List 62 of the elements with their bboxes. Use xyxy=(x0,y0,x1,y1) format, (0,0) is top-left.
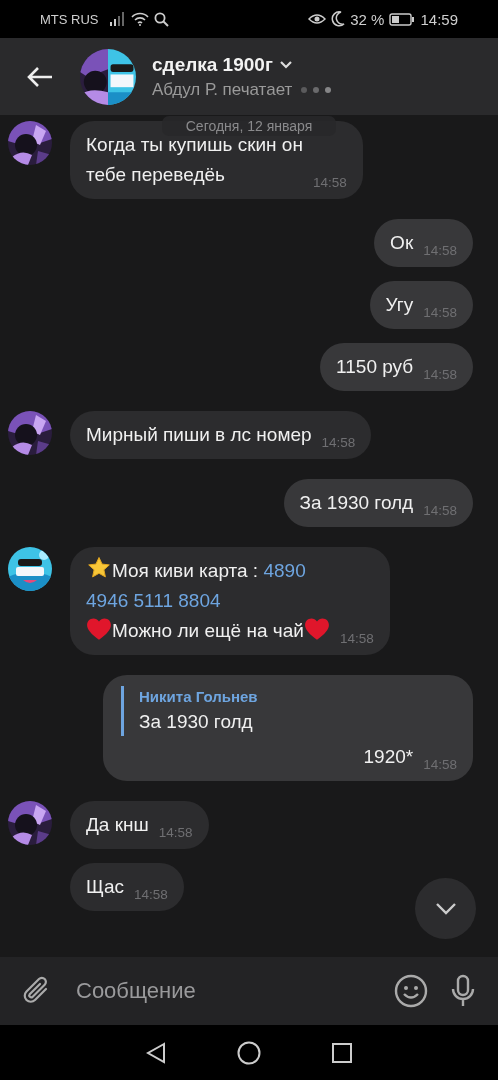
search-icon xyxy=(153,11,169,27)
message-time: 14:58 xyxy=(423,304,457,322)
message-time: 14:58 xyxy=(158,824,193,842)
smiley-icon xyxy=(394,974,428,1008)
message-time: 14:58 xyxy=(423,366,457,384)
message-text: За 1930 голд xyxy=(299,491,414,515)
microphone-icon xyxy=(450,974,476,1008)
message-time: 14:58 xyxy=(321,434,356,452)
signal-icon xyxy=(109,12,126,26)
heart-icon xyxy=(86,617,112,641)
battery-icon xyxy=(389,12,416,26)
back-arrow-icon xyxy=(26,64,54,89)
card-number-link[interactable]: 4946 5111 8804 xyxy=(86,590,221,611)
clock-time: 14:59 xyxy=(420,10,458,28)
voice-button[interactable] xyxy=(450,974,476,1008)
quote-author: Никита Гольнев xyxy=(139,687,259,707)
home-circle-icon xyxy=(237,1040,261,1065)
message-text: Ок xyxy=(390,231,414,255)
message-text: Мирный пиши в лс номер xyxy=(86,423,312,447)
carrier-name: MTS RUS xyxy=(40,11,99,27)
quote-text: За 1930 голд xyxy=(139,710,254,734)
triangle-back-icon xyxy=(145,1041,166,1064)
message-text: Когда ты купишь скин он тебе переведёь xyxy=(86,134,303,187)
message-time: 14:58 xyxy=(423,242,457,260)
message-time: 14:58 xyxy=(339,630,374,648)
message-text: Угу xyxy=(385,293,414,317)
message-text: 1150 руб xyxy=(336,355,414,379)
message-time: 14:58 xyxy=(134,886,168,904)
chat-title[interactable]: сделка 1900г xyxy=(152,53,273,76)
home-button[interactable] xyxy=(237,1040,261,1065)
message-bubble[interactable]: Угу 14:58 xyxy=(369,281,473,329)
battery-percent: 32 % xyxy=(350,10,385,28)
message-bubble[interactable]: Ок 14:58 xyxy=(374,219,473,267)
message-bubble[interactable]: Щас 14:58 xyxy=(70,863,184,911)
chevron-down-icon[interactable] xyxy=(278,60,293,69)
message-bubble[interactable]: Мирный пиши в лс номер 14:58 xyxy=(70,411,372,459)
message-text: Да кнш xyxy=(86,813,149,837)
emoji-button[interactable] xyxy=(394,974,428,1008)
typing-status: Абдул Р. печатает xyxy=(152,79,293,100)
message-text: 1920* xyxy=(363,745,414,769)
message-bubble[interactable]: Моя киви карта : 4890 4946 5111 8804 Можно ли ещё на чай 14:58 xyxy=(70,547,390,655)
recents-button[interactable] xyxy=(332,1042,353,1063)
back-nav-button[interactable] xyxy=(145,1041,166,1064)
message-bubble[interactable]: 1150 руб 14:58 xyxy=(320,343,473,391)
message-bubble[interactable]: Да кнш 14:58 xyxy=(70,801,209,849)
message-bubble[interactable]: За 1930 голд 14:58 xyxy=(283,479,473,527)
quoted-message[interactable]: Никита Гольнев За 1930 голд xyxy=(121,686,457,736)
card-number-link[interactable]: 4890 xyxy=(263,560,306,581)
moon-icon xyxy=(331,11,346,27)
chevron-down-icon xyxy=(434,902,457,915)
wifi-icon xyxy=(130,12,149,26)
message-text: Моя киви карта : 4890 4946 5111 8804 Можно ли ещё на чай xyxy=(86,556,330,646)
message-time: 14:58 xyxy=(423,502,457,520)
message-time: 14:58 xyxy=(312,174,347,192)
message-time: 14:58 xyxy=(423,756,457,774)
message-bubble[interactable]: Никита Гольнев За 1930 голд 1920* 14:58 xyxy=(103,675,473,781)
eye-icon xyxy=(308,12,327,26)
heart-icon xyxy=(303,617,330,641)
date-label: Сегодня, 12 января xyxy=(162,116,336,136)
message-text: Щас xyxy=(86,875,125,899)
square-icon xyxy=(332,1042,353,1063)
star-icon xyxy=(86,556,112,580)
